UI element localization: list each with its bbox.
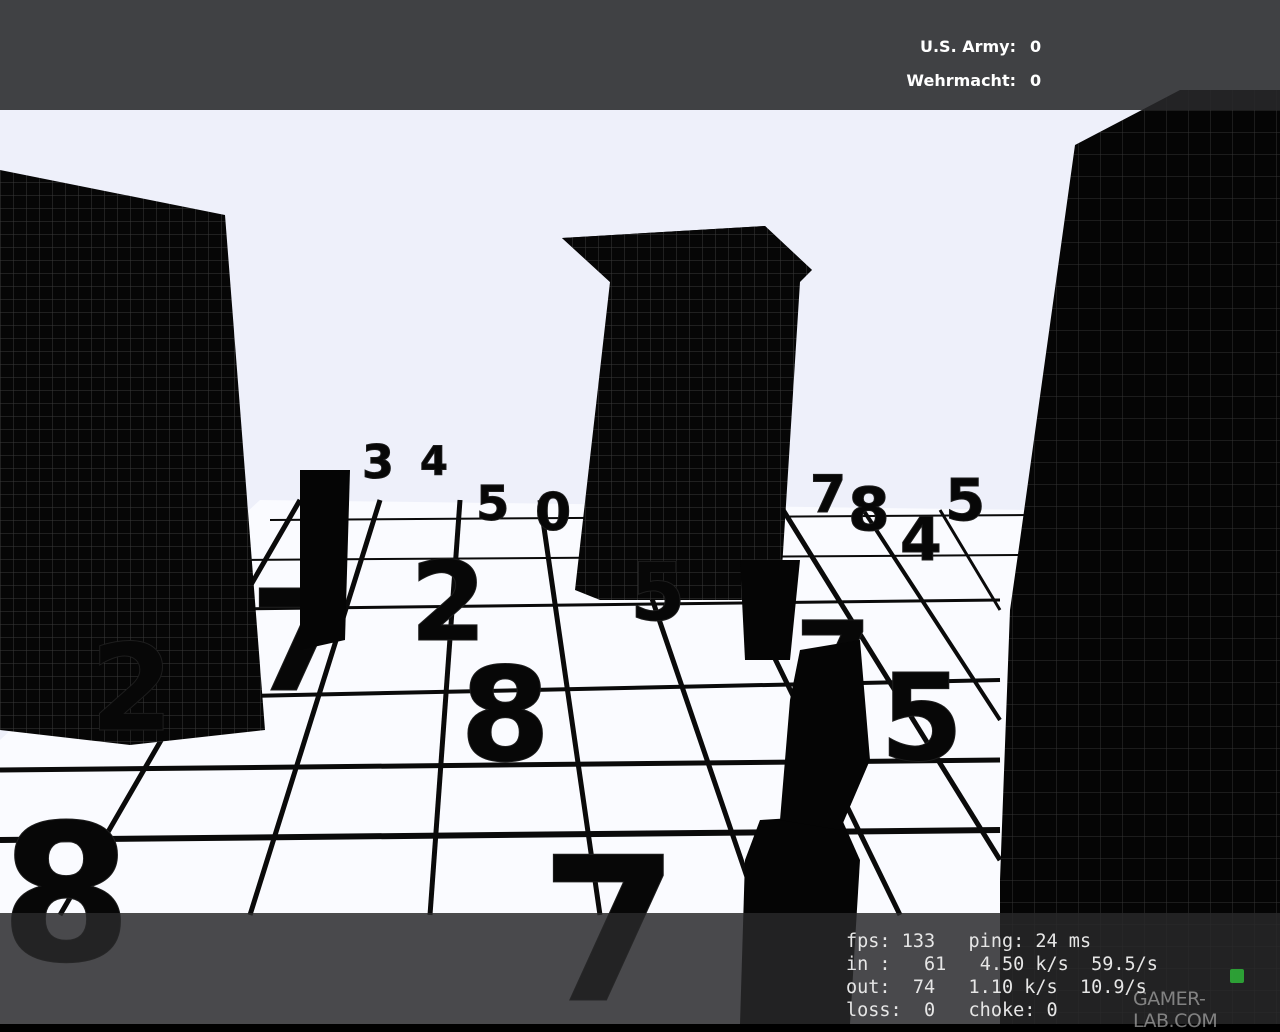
team-name: U.S. Army: xyxy=(919,37,1016,56)
watermark-logo-icon xyxy=(1230,969,1244,983)
scene-digit: 2 xyxy=(410,538,487,666)
team-score: 0 xyxy=(1030,71,1042,90)
out-packets: 74 xyxy=(912,977,936,998)
loss-label: loss: xyxy=(846,1000,902,1021)
in-rate: 4.50 k/s xyxy=(979,954,1069,975)
fps-label: fps: xyxy=(846,931,891,952)
scene-digit: 4 xyxy=(420,439,448,485)
game-world-view: 3 4 5 0 7 8 4 5 7 5 8 7 2 2 7 8 5 xyxy=(0,0,1280,1024)
score-row-us-army: U.S. Army: 0 xyxy=(906,30,1054,64)
in-pps: 59.5/s xyxy=(1091,954,1158,975)
ping-value: 24 ms xyxy=(1035,931,1092,952)
net-graph: fps: 133 ping: 24 ms in : 61 4.50 k/s 59… xyxy=(846,930,1158,1022)
loss-value: 0 xyxy=(923,1000,936,1021)
scene-digit: 0 xyxy=(535,483,571,543)
scene-digit: 8 xyxy=(848,475,890,545)
team-score: 0 xyxy=(1030,37,1042,56)
scene-digit: 5 xyxy=(880,650,964,789)
scene-digit: 4 xyxy=(900,505,942,575)
fps-value: 133 xyxy=(901,931,936,952)
in-packets: 61 xyxy=(923,954,947,975)
team-name: Wehrmacht: xyxy=(906,71,1016,90)
choke-label: choke: xyxy=(968,1000,1036,1021)
scene-digit: 3 xyxy=(362,435,394,489)
score-row-wehrmacht: Wehrmacht: 0 xyxy=(906,64,1054,98)
scene-digit: 2 xyxy=(90,620,174,759)
watermark: GAMER-LAB.COM xyxy=(1133,988,1218,1032)
team-scoreboard: U.S. Army: 0 Wehrmacht: 0 xyxy=(906,30,1054,98)
ping-label: ping: xyxy=(968,931,1025,952)
scene-digit: 5 xyxy=(630,546,686,639)
in-label: in : xyxy=(846,954,891,975)
scene-digit: 5 xyxy=(476,476,509,532)
scene-digit: 5 xyxy=(945,466,985,534)
out-rate: 1.10 k/s xyxy=(968,977,1058,998)
top-hud-bar: U.S. Army: 0 Wehrmacht: 0 xyxy=(0,0,1280,110)
out-label: out: xyxy=(846,977,891,998)
scene-digit: 7 xyxy=(810,465,846,525)
choke-value: 0 xyxy=(1046,1000,1058,1021)
